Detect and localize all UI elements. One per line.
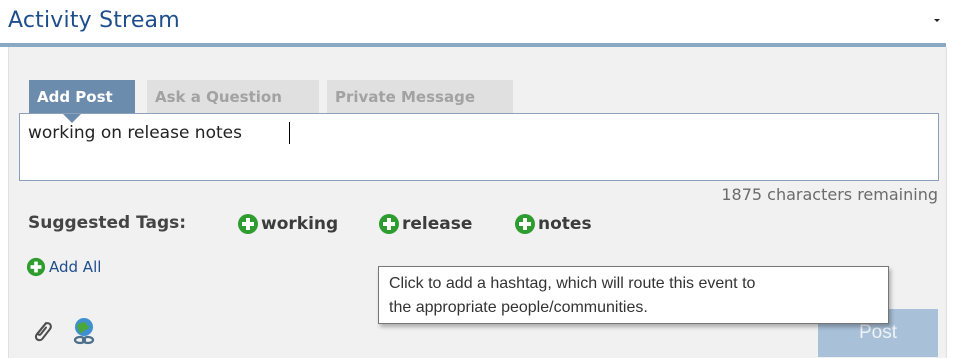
post-input[interactable]: working on release notes: [19, 113, 939, 181]
tag-label: notes: [538, 214, 592, 234]
hashtag-tooltip: Click to add a hashtag, which will route…: [378, 266, 889, 324]
tab-pointer: [63, 114, 81, 123]
characters-remaining: 1875 characters remaining: [721, 185, 938, 204]
tag-label: working: [261, 214, 339, 234]
suggested-tags-label: Suggested Tags:: [28, 213, 187, 233]
tab-add-post[interactable]: Add Post: [29, 80, 135, 114]
tag-label: release: [402, 214, 473, 234]
page-title: Activity Stream: [8, 8, 180, 33]
tag-working[interactable]: working: [237, 212, 338, 236]
plus-circle-icon: [237, 213, 259, 235]
chevron-down-icon[interactable]: [929, 12, 945, 28]
text-caret: [289, 122, 290, 144]
add-all-label: Add All: [49, 258, 102, 276]
plus-circle-icon: [378, 213, 400, 235]
tag-release[interactable]: release: [378, 212, 472, 236]
add-all-link[interactable]: Add All: [26, 256, 101, 278]
tooltip-line: Click to add a hashtag, which will route…: [389, 275, 756, 292]
paperclip-icon[interactable]: [30, 317, 54, 345]
plus-circle-icon: [514, 213, 536, 235]
tooltip-line: the appropriate people/communities.: [389, 299, 648, 316]
activity-stream-header: Activity Stream: [0, 0, 953, 47]
tag-notes[interactable]: notes: [514, 212, 592, 236]
globe-link-icon[interactable]: [70, 316, 98, 346]
tab-private-message[interactable]: Private Message: [327, 80, 513, 114]
plus-circle-icon: [26, 257, 46, 277]
tab-ask-question[interactable]: Ask a Question: [147, 80, 319, 114]
